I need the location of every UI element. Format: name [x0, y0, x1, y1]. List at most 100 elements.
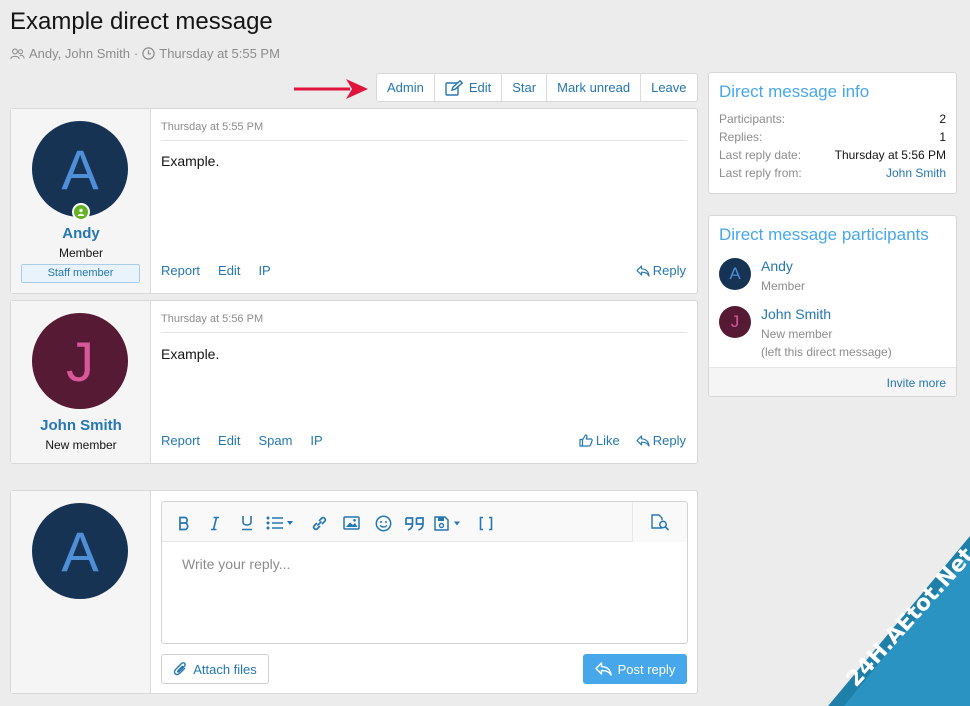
message-date[interactable]: Thursday at 5:55 PM [161, 121, 263, 133]
user-title: New member [45, 438, 117, 452]
reply-icon [636, 264, 650, 277]
ip-link[interactable]: IP [258, 263, 270, 278]
edit-icon [445, 79, 463, 96]
admin-label: Admin [387, 80, 424, 95]
reply-link[interactable]: Reply [636, 263, 686, 278]
leave-button[interactable]: Leave [641, 74, 696, 101]
message-body: Example. [161, 153, 220, 169]
preview-icon [651, 513, 669, 530]
report-link[interactable]: Report [161, 433, 200, 448]
participant-title: Member [761, 279, 806, 293]
message-user-cell: J John Smith New member [11, 301, 151, 463]
info-row-last-reply-from: Last reply from: John Smith [709, 164, 956, 182]
edit-link[interactable]: Edit [218, 263, 240, 278]
username[interactable]: Andy [11, 225, 151, 242]
report-link[interactable]: Report [161, 263, 200, 278]
star-label: Star [512, 80, 537, 95]
thread-meta: Andy, John Smith · Thursday at 5:55 PM [10, 46, 280, 61]
last-reply-user-link[interactable]: John Smith [886, 164, 946, 182]
info-label: Last reply from: [719, 166, 802, 180]
online-indicator-icon [72, 203, 90, 221]
divider [161, 332, 687, 333]
edit-label: Edit [468, 80, 492, 95]
participant-name[interactable]: Andy [761, 258, 793, 274]
thumbs-up-icon [579, 434, 593, 447]
reply-icon [594, 662, 612, 676]
participant-name[interactable]: John Smith [761, 306, 831, 322]
save-draft-dropdown-icon[interactable] [434, 514, 464, 532]
info-value: 1 [939, 130, 946, 144]
message-post: A Andy Member Staff member Thursday at 5… [10, 108, 698, 294]
edit-link[interactable]: Edit [218, 433, 240, 448]
smiley-icon[interactable] [374, 514, 392, 532]
info-label: Replies: [719, 130, 763, 144]
post-reply-label: Post reply [617, 661, 676, 677]
reply-editor: Write your reply... [161, 501, 688, 644]
info-row-participants: Participants: 2 [709, 110, 956, 128]
spam-link[interactable]: Spam [258, 433, 292, 448]
invite-footer: Invite more [709, 367, 956, 396]
avatar[interactable]: A [719, 258, 751, 290]
like-link[interactable]: Like [579, 433, 620, 448]
message-post: J John Smith New member Thursday at 5:56… [10, 300, 698, 464]
mark-unread-button[interactable]: Mark unread [547, 74, 642, 101]
code-brackets-icon[interactable] [478, 514, 494, 532]
star-button[interactable]: Star [502, 74, 548, 101]
leave-label: Leave [651, 80, 687, 95]
ip-link[interactable]: IP [310, 433, 322, 448]
avatar-letter: A [729, 264, 741, 283]
arrow-right-icon [294, 79, 368, 99]
like-label: Like [595, 433, 620, 448]
users-icon [10, 48, 25, 59]
admin-button[interactable]: Admin [377, 74, 435, 101]
watermark-logo: 24H.AEtot.Net [828, 536, 970, 706]
edit-button[interactable]: Edit [435, 74, 503, 101]
avatar[interactable]: J [719, 306, 751, 338]
participant-title: New member [761, 327, 833, 341]
reply-label: Reply [652, 263, 686, 278]
message-actions: Report Edit IP [161, 263, 271, 278]
info-row-last-reply-date: Last reply date: Thursday at 5:56 PM [709, 146, 956, 164]
avatar[interactable]: J [32, 313, 128, 409]
message-actions: Report Edit Spam IP [161, 433, 323, 448]
info-row-replies: Replies: 1 [709, 128, 956, 146]
username[interactable]: John Smith [11, 417, 151, 434]
message-body: Example. [161, 346, 220, 362]
link-icon[interactable] [310, 514, 328, 532]
attach-files-label: Attach files [193, 661, 257, 677]
quote-icon[interactable] [405, 514, 425, 532]
direct-message-info-box: Direct message info Participants: 2 Repli… [708, 72, 957, 194]
info-label: Participants: [719, 112, 786, 126]
message-user-cell: A Andy Member Staff member [11, 109, 151, 293]
reply-link[interactable]: Reply [636, 433, 686, 448]
invite-more-link[interactable]: Invite more [887, 376, 946, 390]
post-reply-button[interactable]: Post reply [583, 654, 687, 684]
reply-label: Reply [652, 433, 686, 448]
italic-icon[interactable] [208, 514, 222, 532]
message-date[interactable]: Thursday at 5:56 PM [161, 313, 263, 325]
message-right-actions: Like Reply [579, 433, 686, 448]
reply-user-cell: A [11, 491, 151, 693]
info-label: Last reply date: [719, 148, 802, 162]
preview-toggle-button[interactable] [632, 502, 687, 542]
list-dropdown-icon[interactable] [266, 514, 296, 532]
underline-icon[interactable] [239, 514, 255, 532]
meta-separator: · [133, 46, 139, 61]
reply-input[interactable]: Write your reply... [182, 556, 290, 572]
paperclip-icon [173, 662, 186, 676]
image-icon[interactable] [342, 514, 360, 532]
info-value: Thursday at 5:56 PM [834, 148, 946, 162]
participants-line[interactable]: Andy, John Smith [29, 46, 130, 61]
divider [161, 140, 687, 141]
thread-date[interactable]: Thursday at 5:55 PM [159, 46, 280, 61]
info-box-title: Direct message info [719, 82, 870, 101]
avatar[interactable]: A [32, 503, 128, 599]
thread-action-bar: Admin Edit Star Mark unread Leave [376, 73, 698, 102]
bold-icon[interactable] [176, 514, 192, 532]
reply-icon [636, 434, 650, 447]
page-title: Example direct message [10, 8, 273, 35]
editor-toolbar [162, 502, 687, 542]
message-right-actions: Reply [636, 263, 686, 278]
avatar-letter: A [61, 137, 99, 201]
attach-files-button[interactable]: Attach files [161, 654, 269, 684]
